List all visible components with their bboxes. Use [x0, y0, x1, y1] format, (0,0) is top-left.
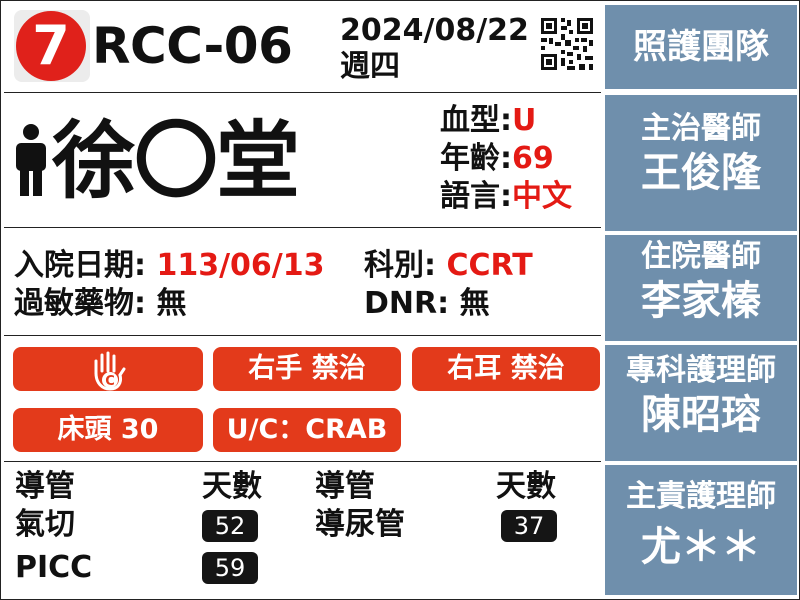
catheter-days: 37: [501, 510, 557, 542]
staff-role: 主治醫師: [641, 111, 761, 146]
allergy: 過敏藥物: 無: [14, 286, 186, 322]
staff-name: 王俊隆: [641, 150, 761, 196]
care-team-panel: 照護團隊 主治醫師 王俊隆 住院醫師 李家榛 專科護理師 陳昭瑢 主責護理師 尤…: [605, 5, 797, 595]
staff-name: 尤＊＊: [641, 524, 761, 570]
room-number: RCC-06: [92, 17, 293, 75]
age: 年齡:69: [440, 141, 554, 177]
care-team-title: 照護團隊: [633, 27, 769, 67]
allergy-label: 過敏藥物:: [14, 286, 146, 321]
contact-precaution-letter: C: [105, 374, 115, 389]
care-team-title-box: 照護團隊: [605, 5, 797, 89]
catheter-header: 導管: [315, 469, 375, 504]
catheter-header: 導管: [15, 469, 75, 504]
staff-name: 李家榛: [641, 278, 761, 324]
dnr: DNR: 無: [364, 286, 490, 322]
male-person-icon: [16, 124, 46, 196]
staff-role: 住院醫師: [641, 239, 761, 274]
admission-date-value: 113/06/13: [156, 248, 325, 283]
contact-precaution-badge[interactable]: C: [13, 347, 203, 391]
weekday: 週四: [340, 49, 400, 84]
dnr-label: DNR:: [364, 286, 450, 321]
language-label: 語言:: [440, 179, 512, 214]
urine-culture-badge[interactable]: U/C：CRAB: [213, 408, 401, 452]
blood-type-value: U: [512, 103, 537, 138]
admission-date: 入院日期: 113/06/13: [14, 248, 325, 284]
bed-head-angle-badge[interactable]: 床頭 30: [13, 408, 203, 452]
primary-nurse-card: 主責護理師 尤＊＊: [605, 465, 797, 595]
divider: [4, 461, 601, 462]
language: 語言:中文: [440, 179, 572, 215]
catheter-days: 59: [202, 552, 258, 584]
department-label: 科別:: [364, 248, 436, 283]
dnr-value: 無: [459, 286, 490, 321]
attending-physician-card: 主治醫師 王俊隆: [605, 95, 797, 231]
age-label: 年齡:: [440, 141, 512, 176]
right-hand-restriction-badge[interactable]: 右手 禁治: [213, 347, 401, 391]
staff-role: 專科護理師: [626, 353, 776, 388]
divider: [4, 335, 601, 336]
days-header: 天數: [202, 469, 262, 504]
bed-number-badge: 7: [14, 10, 90, 82]
right-ear-restriction-badge[interactable]: 右耳 禁治: [412, 347, 600, 391]
contact-precaution-hand-icon: C: [94, 351, 126, 391]
bed-number: 7: [16, 11, 86, 81]
bedside-card: 7 RCC-06 2024/08/22 週四 徐〇堂 血型:U 年齡:69 語言…: [0, 0, 800, 600]
patient-name: 徐〇堂: [52, 112, 300, 210]
admission-date-label: 入院日期:: [14, 248, 146, 283]
date: 2024/08/22: [340, 13, 529, 48]
qr-code-icon[interactable]: [539, 16, 595, 72]
resident-physician-card: 住院醫師 李家榛: [605, 235, 797, 341]
language-value: 中文: [512, 179, 572, 214]
catheter-days: 52: [202, 510, 258, 542]
department: 科別: CCRT: [364, 248, 533, 284]
patient-info-area: 7 RCC-06 2024/08/22 週四 徐〇堂 血型:U 年齡:69 語言…: [2, 2, 601, 598]
allergy-value: 無: [156, 286, 187, 321]
divider: [4, 92, 601, 93]
catheter-name: 導尿管: [315, 507, 405, 542]
age-value: 69: [512, 141, 554, 176]
department-value: CCRT: [446, 248, 533, 283]
nurse-practitioner-card: 專科護理師 陳昭瑢: [605, 345, 797, 461]
days-header: 天數: [496, 469, 556, 504]
staff-role: 主責護理師: [626, 479, 776, 514]
blood-type-label: 血型:: [440, 103, 512, 138]
blood-type: 血型:U: [440, 103, 536, 139]
catheter-name: 氣切: [15, 507, 75, 542]
staff-name: 陳昭瑢: [641, 392, 761, 438]
catheter-name: PICC: [15, 550, 93, 585]
divider: [4, 227, 601, 228]
